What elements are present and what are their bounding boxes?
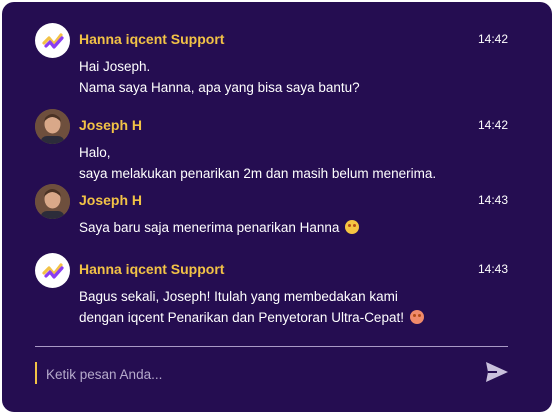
message-composer — [35, 360, 465, 388]
message-line: Saya baru saja menerima penarikan Hanna — [79, 217, 360, 238]
iqcent-logo-icon — [35, 253, 70, 288]
user-avatar — [35, 109, 70, 144]
message-time: 14:43 — [477, 193, 508, 207]
sender-name: Joseph H — [79, 192, 143, 208]
message-line-text: Saya baru saja menerima penarikan Hanna — [79, 220, 340, 235]
send-button[interactable] — [484, 360, 510, 384]
message-time: 14:43 — [477, 262, 508, 276]
message-time: 14:42 — [477, 118, 508, 132]
composer-divider — [35, 346, 508, 347]
star-struck-emoji-icon — [345, 220, 360, 234]
message-time: 14:42 — [477, 32, 508, 46]
message-text: Bagus sekali, Joseph! Itulah yang membed… — [79, 286, 424, 328]
message-line: Bagus sekali, Joseph! Itulah yang membed… — [79, 289, 398, 304]
user-avatar — [35, 184, 70, 219]
send-icon — [486, 362, 508, 382]
message-line: Halo, — [79, 145, 111, 160]
message-line: Nama saya Hanna, apa yang bisa saya bant… — [79, 80, 360, 95]
message-text: Halo, saya melakukan penarikan 2m dan ma… — [79, 142, 436, 184]
sender-name: Hanna iqcent Support — [79, 261, 225, 277]
iqcent-logo-icon — [35, 23, 70, 58]
sender-name: Joseph H — [79, 117, 143, 133]
message-text: Hai Joseph. Nama saya Hanna, apa yang bi… — [79, 56, 360, 98]
chat-panel: Hanna iqcent Support 14:42 Hai Joseph. N… — [2, 2, 552, 412]
message-input[interactable] — [44, 360, 458, 388]
message-text: Saya baru saja menerima penarikan Hanna — [79, 217, 360, 238]
message-line: Hai Joseph. — [79, 59, 151, 74]
text-caret — [35, 362, 37, 384]
sender-name: Hanna iqcent Support — [79, 31, 225, 47]
message-line-text: dengan iqcent Penarikan dan Penyetoran U… — [79, 310, 404, 325]
message-line: dengan iqcent Penarikan dan Penyetoran U… — [79, 307, 424, 328]
message-line: saya melakukan penarikan 2m dan masih be… — [79, 166, 437, 181]
smiling-face-with-hearts-emoji-icon — [409, 310, 424, 324]
